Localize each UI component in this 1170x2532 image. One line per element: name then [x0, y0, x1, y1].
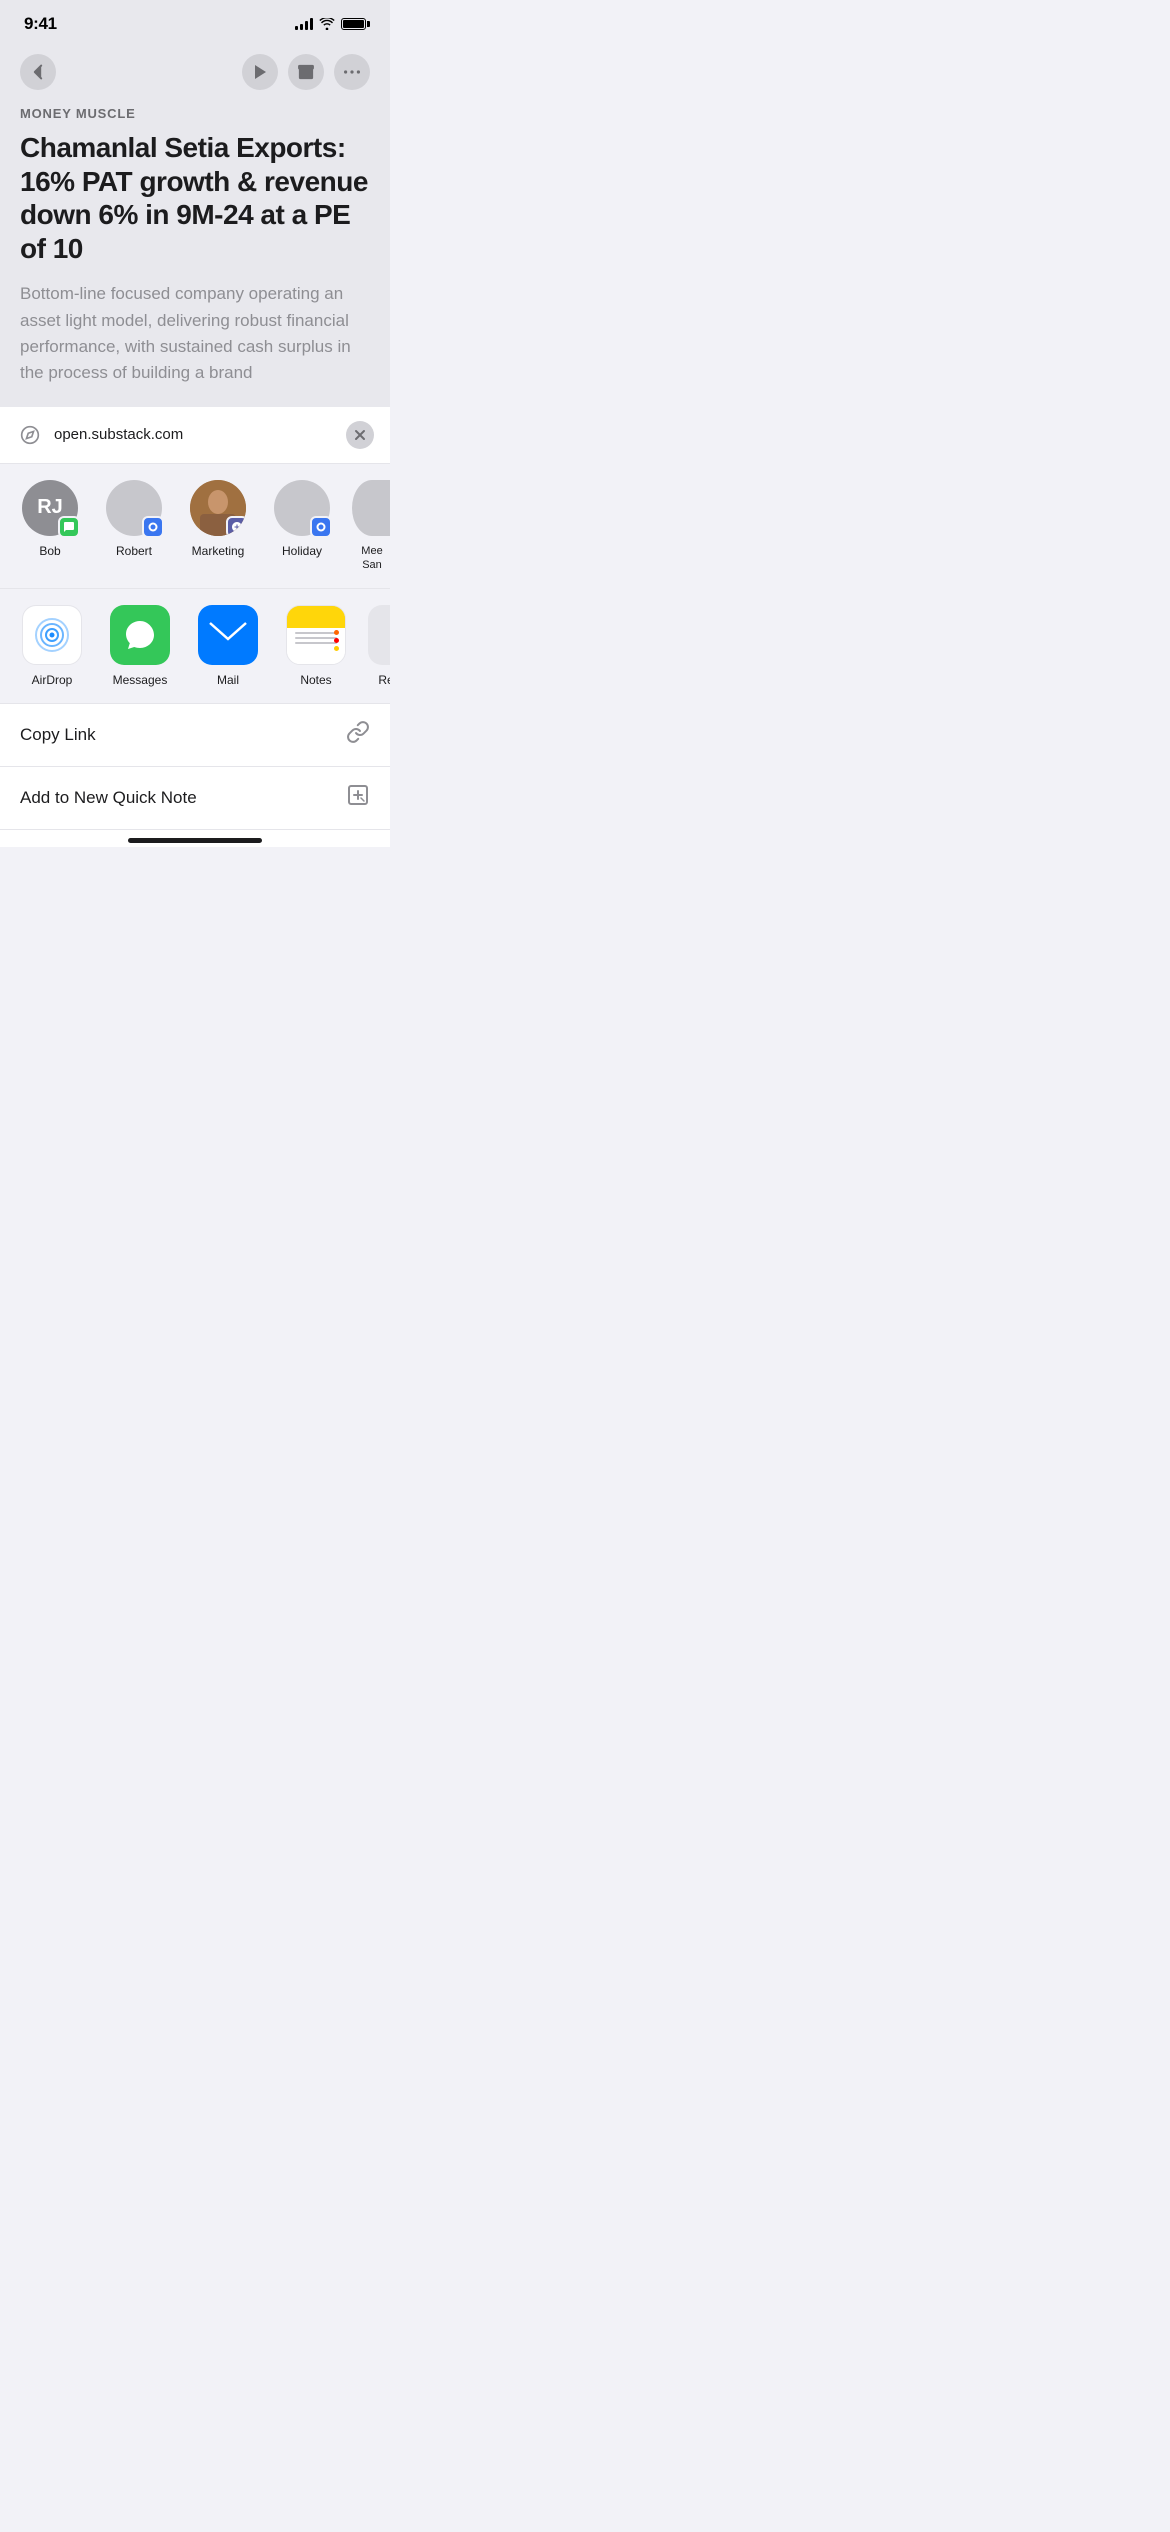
wifi-icon [319, 18, 335, 30]
nav-right-buttons [242, 54, 370, 90]
back-button[interactable] [20, 54, 56, 90]
contact-name-holiday: Holiday [282, 544, 322, 560]
play-button[interactable] [242, 54, 278, 90]
contact-name-partial: MeeSan [361, 544, 382, 573]
status-icons [295, 18, 366, 30]
contact-badge-robert [142, 516, 164, 538]
mail-icon [198, 605, 258, 665]
notes-label: Notes [300, 673, 331, 687]
mail-label: Mail [217, 673, 239, 687]
app-messages[interactable]: Messages [104, 605, 176, 687]
notes-icon [286, 605, 346, 665]
quicknote-icon [346, 783, 370, 813]
contact-name-marketing: Marketing [192, 544, 245, 560]
copy-link-label: Copy Link [20, 725, 96, 745]
article-title: Chamanlal Setia Exports: 16% PAT growth … [20, 131, 370, 265]
status-time: 9:41 [24, 14, 57, 34]
app-airdrop[interactable]: AirDrop [16, 605, 88, 687]
archive-button[interactable] [288, 54, 324, 90]
contact-avatar-marketing [190, 480, 246, 536]
link-icon [346, 720, 370, 750]
actions-section: Copy Link Add to New Quick Note [0, 704, 390, 830]
nav-bar [20, 54, 370, 90]
share-sheet: open.substack.com RJ Bob [0, 407, 390, 848]
contact-bob[interactable]: RJ Bob [16, 480, 84, 573]
contact-name-robert: Robert [116, 544, 152, 560]
copy-link-action[interactable]: Copy Link [0, 704, 390, 767]
battery-icon [341, 18, 366, 30]
app-notes[interactable]: Notes [280, 605, 352, 687]
article-category: MONEY MUSCLE [20, 106, 370, 121]
contact-badge-marketing [226, 516, 246, 536]
home-bar [128, 838, 262, 843]
more-button[interactable] [334, 54, 370, 90]
contact-avatar-partial [352, 480, 390, 536]
quick-note-label: Add to New Quick Note [20, 788, 197, 808]
contact-badge-bob [58, 516, 80, 538]
app-mail[interactable]: Mail [192, 605, 264, 687]
status-bar: 9:41 [0, 0, 390, 42]
url-bar: open.substack.com [0, 407, 390, 464]
contact-partial[interactable]: MeeSan [352, 480, 390, 573]
contact-name-bob: Bob [39, 544, 60, 560]
airdrop-label: AirDrop [32, 673, 73, 687]
article-subtitle: Bottom-line focused company operating an… [20, 281, 370, 386]
url-close-button[interactable] [346, 421, 374, 449]
contact-badge-holiday [310, 516, 332, 538]
signal-icon [295, 18, 313, 30]
apps-row: AirDrop Messages Mail [0, 589, 390, 704]
home-indicator [0, 830, 390, 847]
app-partial[interactable]: Re [368, 605, 390, 687]
contacts-row: RJ Bob Robert [0, 464, 390, 590]
messages-label: Messages [113, 673, 168, 687]
contact-avatar-holiday [274, 480, 330, 536]
contact-holiday[interactable]: Holiday [268, 480, 336, 573]
contact-robert[interactable]: Robert [100, 480, 168, 573]
messages-icon [110, 605, 170, 665]
contact-avatar-bob: RJ [22, 480, 78, 536]
contact-marketing[interactable]: Marketing [184, 480, 252, 573]
url-text: open.substack.com [54, 426, 336, 443]
article-area: MONEY MUSCLE Chamanlal Setia Exports: 16… [0, 42, 390, 407]
airdrop-icon [22, 605, 82, 665]
quick-note-action[interactable]: Add to New Quick Note [0, 767, 390, 830]
compass-icon [16, 421, 44, 449]
partial-app-icon [368, 605, 390, 665]
contact-avatar-robert [106, 480, 162, 536]
partial-app-label: Re [378, 673, 390, 687]
